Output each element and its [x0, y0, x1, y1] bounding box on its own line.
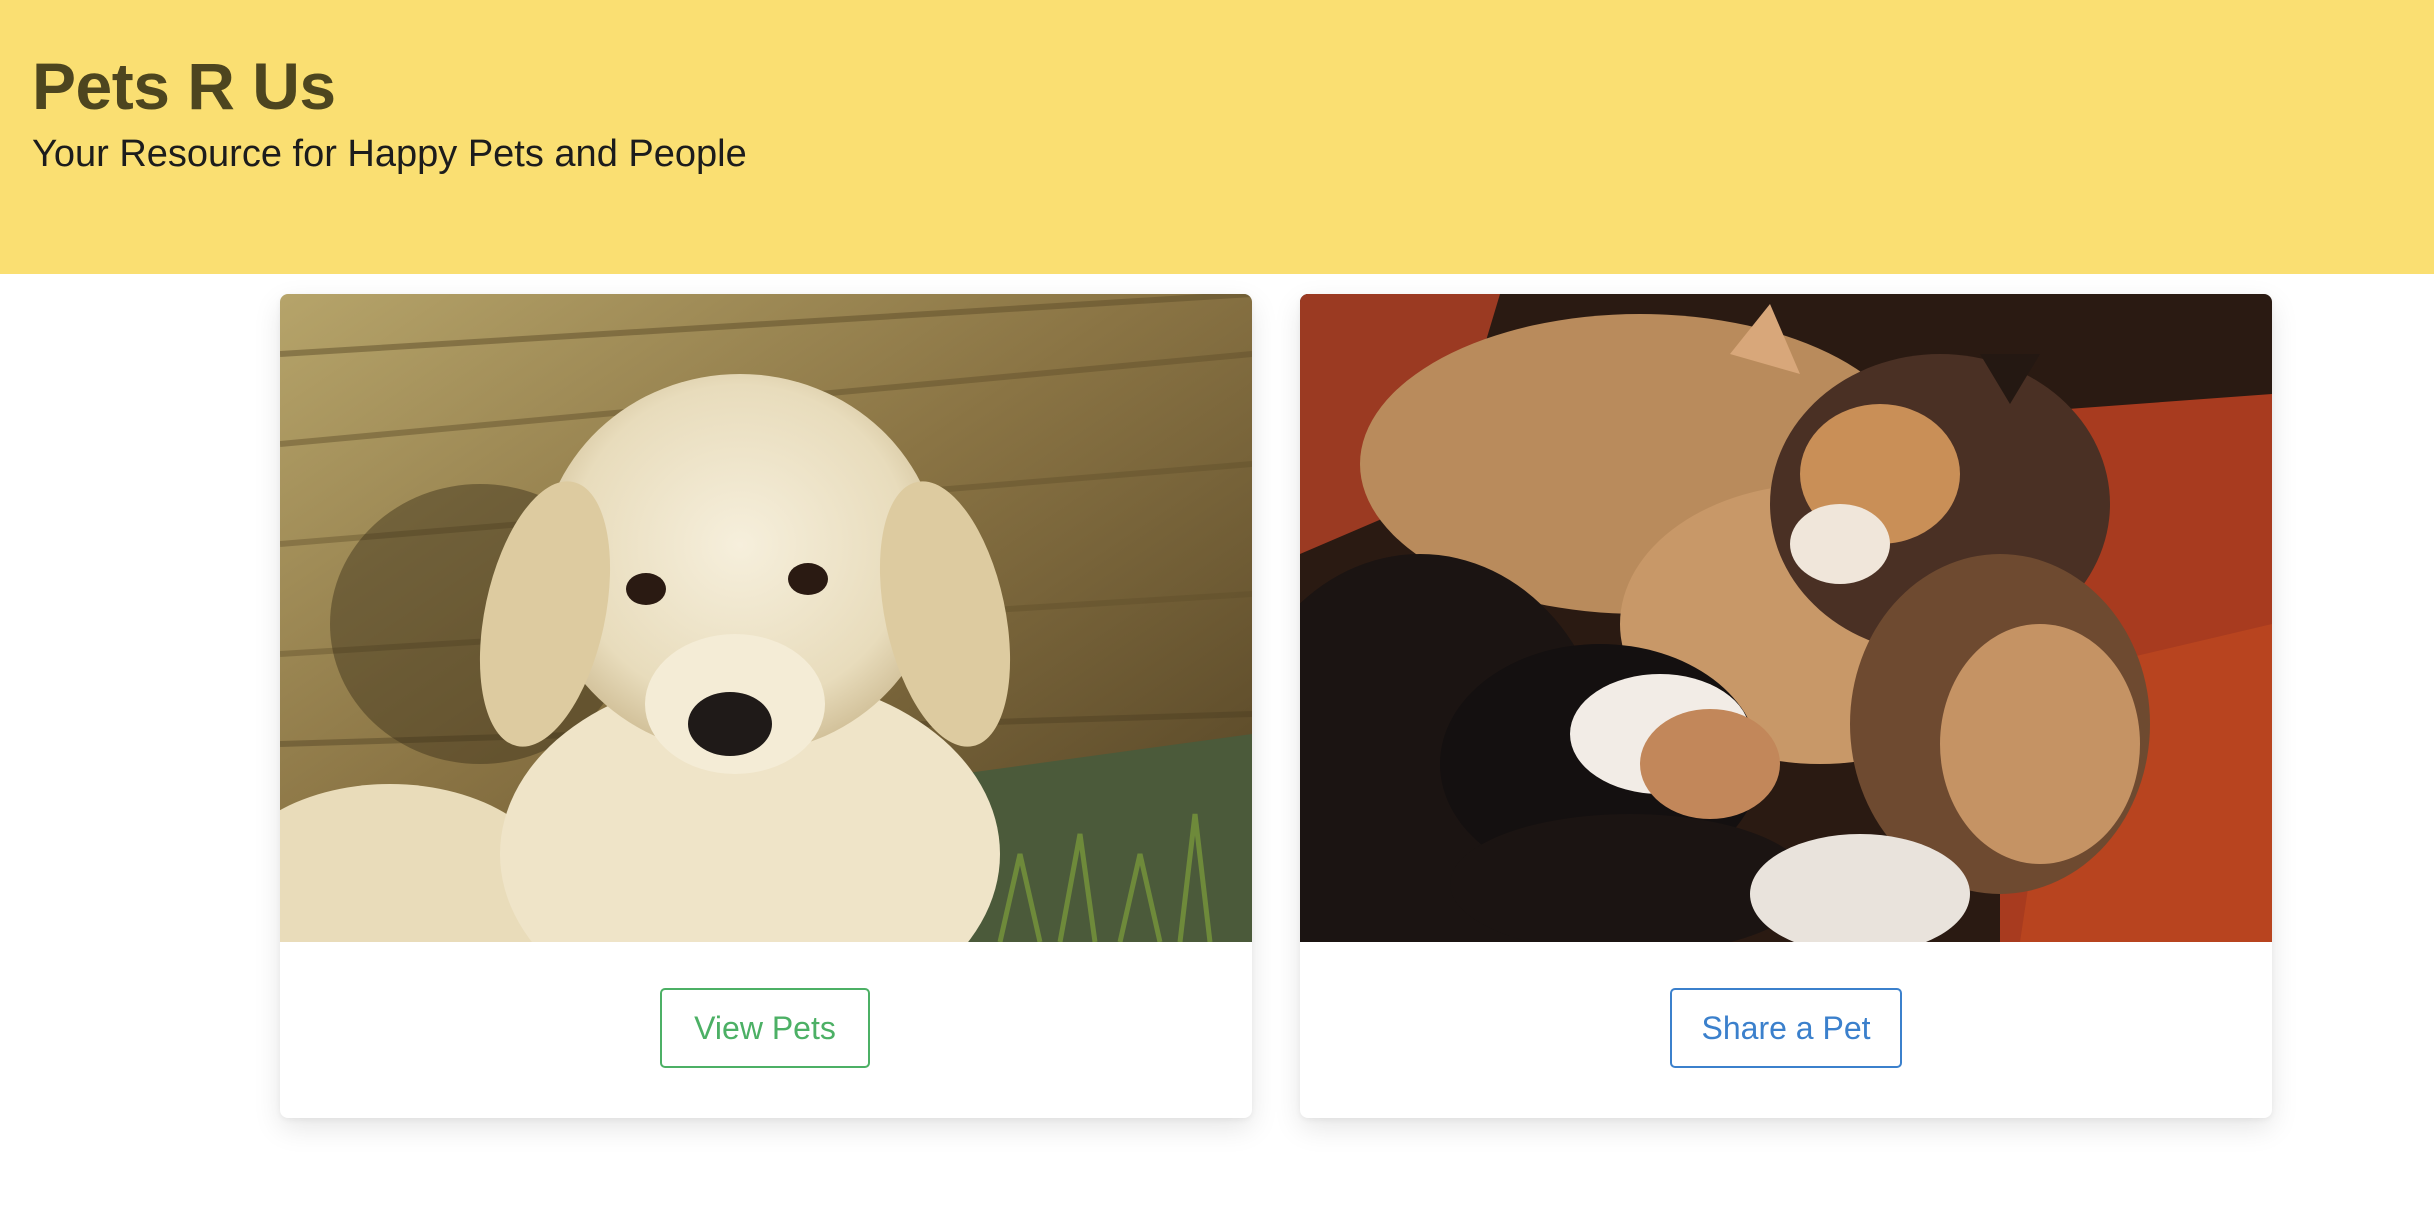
hero-banner: Pets R Us Your Resource for Happy Pets a… — [0, 0, 2434, 274]
card-footer: Share a Pet — [1300, 942, 2272, 1118]
puppy-photo — [280, 294, 1252, 942]
site-tagline: Your Resource for Happy Pets and People — [32, 133, 747, 175]
view-pets-button[interactable]: View Pets — [660, 988, 870, 1068]
share-pet-button[interactable]: Share a Pet — [1670, 988, 1902, 1068]
card-footer: View Pets — [280, 942, 1252, 1118]
view-pets-card: View Pets — [280, 294, 1252, 1118]
share-pet-card: Share a Pet — [1300, 294, 2272, 1118]
kittens-photo — [1300, 294, 2272, 942]
site-title: Pets R Us — [32, 49, 336, 123]
